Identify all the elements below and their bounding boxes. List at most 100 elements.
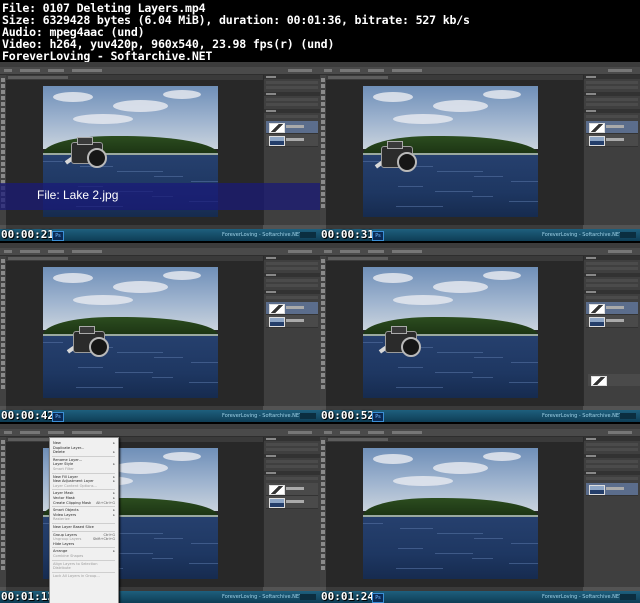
tool-icon[interactable] <box>321 168 325 172</box>
menu-item[interactable]: Rename Layer... <box>53 458 82 462</box>
layer-row-background[interactable] <box>586 483 638 496</box>
document-tab[interactable] <box>326 75 583 80</box>
tool-icon[interactable] <box>321 494 325 498</box>
tool-icon[interactable] <box>321 204 325 208</box>
menu-item[interactable]: Smart Objects <box>53 508 79 512</box>
menu-item[interactable]: Combine Shapes <box>53 554 83 558</box>
tool-icon[interactable] <box>1 168 5 172</box>
tool-icon[interactable] <box>321 446 325 450</box>
tool-icon[interactable] <box>321 150 325 154</box>
menu-item[interactable]: Align Layers to Selection <box>53 562 98 566</box>
ps-panels[interactable] <box>583 437 640 587</box>
menu-item[interactable]: Layer Style <box>53 462 73 466</box>
tool-icon[interactable] <box>321 530 325 534</box>
tool-icon[interactable] <box>321 506 325 510</box>
tool-icon[interactable] <box>321 343 325 347</box>
tool-icon[interactable] <box>321 78 325 82</box>
tool-icon[interactable] <box>1 156 5 160</box>
tool-icon[interactable] <box>321 512 325 516</box>
layer-row-camera[interactable] <box>586 302 638 315</box>
tool-icon[interactable] <box>321 325 325 329</box>
ps-panels[interactable] <box>263 437 320 587</box>
tool-icon[interactable] <box>1 84 5 88</box>
tool-icon[interactable] <box>321 313 325 317</box>
layer-row-camera[interactable] <box>586 121 638 134</box>
tool-icon[interactable] <box>1 440 5 444</box>
tool-icon[interactable] <box>321 542 325 546</box>
tool-icon[interactable] <box>321 470 325 474</box>
tool-icon[interactable] <box>1 307 5 311</box>
tool-icon[interactable] <box>321 373 325 377</box>
layer-row-camera[interactable] <box>266 121 318 134</box>
tool-icon[interactable] <box>321 518 325 522</box>
tool-icon[interactable] <box>1 265 5 269</box>
tool-icon[interactable] <box>1 476 5 480</box>
tool-icon[interactable] <box>1 120 5 124</box>
layer-row-background[interactable] <box>266 496 318 509</box>
layer-row-background[interactable] <box>266 315 318 328</box>
tool-icon[interactable] <box>1 488 5 492</box>
menu-item[interactable]: Group Layers <box>53 533 77 537</box>
tool-icon[interactable] <box>1 277 5 281</box>
tool-icon[interactable] <box>321 156 325 160</box>
tool-icon[interactable] <box>1 349 5 353</box>
photoshop-taskbar-icon[interactable]: Ps <box>372 412 384 422</box>
tool-icon[interactable] <box>1 464 5 468</box>
tool-icon[interactable] <box>321 349 325 353</box>
tool-icon[interactable] <box>321 192 325 196</box>
tool-icon[interactable] <box>1 446 5 450</box>
document-tab[interactable] <box>6 437 263 442</box>
tool-icon[interactable] <box>321 367 325 371</box>
tool-icon[interactable] <box>1 144 5 148</box>
photoshop-taskbar-icon[interactable]: Ps <box>372 231 384 241</box>
tool-icon[interactable] <box>321 114 325 118</box>
ps-options-bar[interactable] <box>0 429 320 437</box>
menu-item[interactable]: Delete <box>53 450 65 454</box>
tool-icon[interactable] <box>321 277 325 281</box>
menu-item[interactable]: Distribute <box>53 566 71 570</box>
tool-icon[interactable] <box>321 458 325 462</box>
tool-icon[interactable] <box>321 289 325 293</box>
tool-icon[interactable] <box>1 470 5 474</box>
menu-item[interactable]: New Adjustment Layer <box>53 479 94 483</box>
menu-item[interactable]: Video Layers <box>53 513 76 517</box>
menu-item[interactable]: Vector Mask <box>53 496 75 500</box>
tool-icon[interactable] <box>1 325 5 329</box>
document-tab[interactable] <box>6 256 263 261</box>
tool-icon[interactable] <box>321 307 325 311</box>
photoshop-taskbar-icon[interactable]: Ps <box>52 231 64 241</box>
tool-icon[interactable] <box>321 283 325 287</box>
tool-icon[interactable] <box>321 96 325 100</box>
tool-icon[interactable] <box>1 373 5 377</box>
tool-icon[interactable] <box>1 78 5 82</box>
tool-icon[interactable] <box>321 560 325 564</box>
menu-item[interactable]: Rasterize <box>53 517 70 521</box>
menu-item[interactable]: New <box>53 441 61 445</box>
tool-icon[interactable] <box>321 126 325 130</box>
tool-icon[interactable] <box>1 96 5 100</box>
tool-icon[interactable] <box>321 138 325 142</box>
ps-options-bar[interactable] <box>0 248 320 256</box>
tool-icon[interactable] <box>321 554 325 558</box>
tool-icon[interactable] <box>321 464 325 468</box>
tool-icon[interactable] <box>321 500 325 504</box>
ps-options-bar[interactable] <box>0 67 320 75</box>
tool-icon[interactable] <box>321 566 325 570</box>
menu-item[interactable]: Arrange <box>53 549 67 553</box>
tool-icon[interactable] <box>321 482 325 486</box>
layer-context-menu[interactable]: New ▸ Duplicate Layer... Delete ▸ Rename Laye… <box>49 437 119 603</box>
tool-icon[interactable] <box>1 554 5 558</box>
tool-icon[interactable] <box>1 132 5 136</box>
tool-icon[interactable] <box>321 301 325 305</box>
tool-icon[interactable] <box>1 259 5 263</box>
tool-icon[interactable] <box>1 301 5 305</box>
tool-icon[interactable] <box>321 295 325 299</box>
tool-icon[interactable] <box>1 385 5 389</box>
layer-row-camera[interactable] <box>266 483 318 496</box>
tool-icon[interactable] <box>1 458 5 462</box>
ps-panels[interactable] <box>583 75 640 225</box>
tool-icon[interactable] <box>321 337 325 341</box>
photoshop-taskbar-icon[interactable]: Ps <box>52 412 64 422</box>
system-tray[interactable] <box>300 232 316 238</box>
tool-icon[interactable] <box>1 337 5 341</box>
